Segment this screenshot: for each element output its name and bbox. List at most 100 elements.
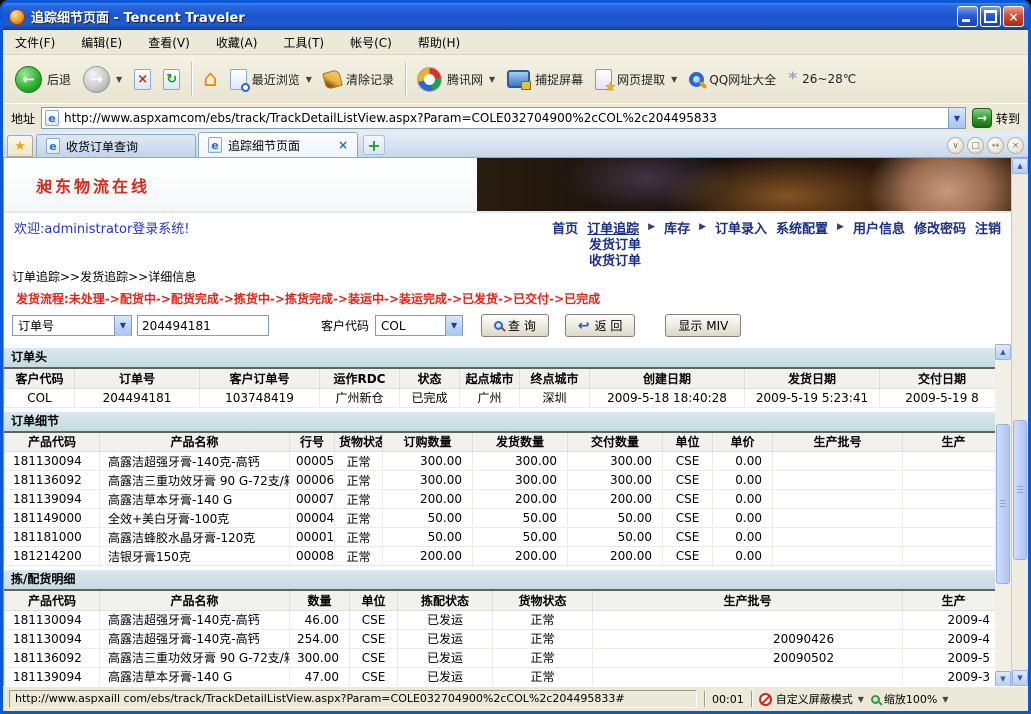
site-logo: 昶东物流在线 [36,173,150,197]
nav-sys-config[interactable]: 系统配置 [776,218,828,237]
stop-button[interactable]: × [128,66,157,93]
go-label: 转到 [996,110,1020,127]
menu-account[interactable]: 帐号(C) [350,34,392,51]
table-cell: 200.00 [383,490,473,509]
nav-order-track[interactable]: 订单追踪 [587,218,639,237]
table-cell: 正常 [493,610,593,629]
capture-screen-button[interactable]: 捕捉屏幕 [501,67,589,91]
table-cell: 204494181 [75,388,200,407]
nav-home[interactable]: 首页 [552,218,578,237]
table-row: COL204494181103748419广州新仓已完成广州深圳2009-5-1… [5,388,996,407]
recent-history-icon [230,69,247,90]
table-cell [903,547,996,566]
recent-button[interactable]: 最近浏览 ▼ [224,66,318,93]
tab-track-detail[interactable]: e 追踪细节页面 × [198,132,358,157]
column-header: 状态 [400,368,460,388]
address-url[interactable]: http://www.aspxamcom/ebs/track/TrackDeta… [64,111,948,125]
forward-button[interactable]: → ▼ [77,63,128,96]
close-button[interactable]: × [1003,6,1024,27]
table-cell: 0.00 [713,528,773,547]
scroll-up-button[interactable]: ▲ [995,344,1011,360]
close-page-button[interactable]: × [1007,137,1024,154]
new-tab-button[interactable]: + [363,135,385,155]
nav-change-password[interactable]: 修改密码 [914,218,966,237]
table-cell: 正常 [335,452,383,471]
nav-logout[interactable]: 注销 [975,218,1001,237]
menu-view[interactable]: 查看(V) [148,34,190,51]
order-type-select[interactable]: 订单号 ▼ [12,315,132,336]
zoom-control[interactable]: 缩放100% ▼ [871,691,949,707]
query-label: 查 询 [508,317,536,334]
return-button[interactable]: ↩ 返 回 [565,314,636,337]
show-miv-button[interactable]: 显示 MIV [665,314,741,337]
page-scrollbar-thumb[interactable] [1013,420,1027,560]
tencent-dropdown-icon[interactable]: ▼ [489,75,495,84]
menu-favorites[interactable]: 收藏(A) [216,34,258,51]
tencent-icon [417,67,442,92]
menu-tools[interactable]: 工具(T) [283,34,324,51]
tab-close-icon[interactable]: × [338,138,348,152]
submenu-ship-order[interactable]: 发货订单 [589,238,641,254]
table-cell: 47.00 [290,667,350,686]
page-scroll-up-button[interactable]: ▲ [1012,158,1028,174]
menu-edit[interactable]: 编辑(E) [81,34,122,51]
table-cell: 高露洁蜂胶水晶牙膏-120克 [100,528,290,547]
go-button[interactable]: → 转到 [972,108,1020,128]
page-scroll-down-button[interactable]: ▼ [1012,670,1028,686]
qq-sites-button[interactable]: QQ网址大全 [683,68,782,91]
query-button[interactable]: 查 询 [481,314,549,337]
home-button[interactable]: ⌂ [197,65,224,94]
browser-window: 追踪细节页面 - Tencent Traveler × 文件(F) 编辑(E) … [0,0,1031,714]
page-scrollbar[interactable]: ▲ ▼ [1011,158,1028,686]
pin-button[interactable]: ↔ [987,137,1004,154]
collapse-button[interactable]: ∨ [947,137,964,154]
table-cell: 000070 [290,490,335,509]
order-detail-table: 产品代码产品名称行号货物状态订购数量发货数量交付数量单位单价生产批号生产 181… [4,431,995,567]
address-dropdown-button[interactable]: ▼ [948,108,965,128]
table-cell: 50.00 [568,528,663,547]
order-track-submenu: 发货订单 收货订单 [589,238,641,270]
menu-file[interactable]: 文件(F) [15,34,55,51]
nav-user-info[interactable]: 用户信息 [853,218,905,237]
block-mode-dropdown-icon[interactable]: ▼ [858,695,864,704]
block-mode-control[interactable]: 自定义屏蔽模式 ▼ [759,691,864,707]
table-cell: 50.00 [473,528,568,547]
table-cell: 已发运 [398,629,493,648]
scrollbar-thumb[interactable] [996,424,1010,584]
minimize-button[interactable] [957,6,978,27]
maximize-button[interactable] [980,6,1001,27]
web-extract-button[interactable]: 网页提取 ▼ [589,66,683,93]
tab-page-icon: e [208,137,222,153]
order-number-input[interactable] [137,315,269,336]
back-button[interactable]: ← 后退 [9,63,77,96]
clear-history-button[interactable]: 清除记录 [318,68,400,91]
table-cell: 000050 [290,452,335,471]
submenu-receive-order[interactable]: 收货订单 [589,254,641,270]
customer-code-label: 客户代码 [321,317,369,334]
extract-dropdown-icon[interactable]: ▼ [671,75,677,84]
address-input[interactable]: e http://www.aspxamcom/ebs/track/TrackDe… [41,107,966,129]
column-header: 订单号 [75,368,200,388]
inner-scrollbar[interactable]: ▲ ▼ [995,344,1011,686]
app-icon[interactable] [9,9,25,25]
return-arrow-icon: ↩ [578,319,590,333]
screen-capture-icon [507,70,530,88]
refresh-button[interactable]: ↻ [157,66,186,93]
scroll-down-button[interactable]: ▼ [995,671,1011,687]
customer-code-select[interactable]: COL ▼ [375,315,463,336]
tables-area: 订单头 客户代码订单号客户订单号运作RDC状态起点城市终点城市创建日期发货日期交… [4,344,1011,686]
table-cell: 2009-3 [903,667,996,686]
tencent-site-button[interactable]: 腾讯网 ▼ [411,64,501,95]
favorites-star-button[interactable]: ★ [7,135,33,157]
restore-page-button[interactable]: □ [967,137,984,154]
home-icon: ⌂ [203,68,218,91]
table-cell: CSE [663,528,713,547]
tab-receive-order-query[interactable]: e 收货订单查询 [36,134,196,157]
recent-dropdown-icon[interactable]: ▼ [306,75,312,84]
header-row: 产品代码产品名称行号货物状态订购数量发货数量交付数量单位单价生产批号生产 [5,432,996,452]
nav-order-entry[interactable]: 订单录入 [715,218,767,237]
nav-inventory[interactable]: 库存 [664,218,690,237]
forward-dropdown-icon[interactable]: ▼ [116,75,122,84]
zoom-dropdown-icon[interactable]: ▼ [942,695,948,704]
menu-help[interactable]: 帮助(H) [418,34,460,51]
